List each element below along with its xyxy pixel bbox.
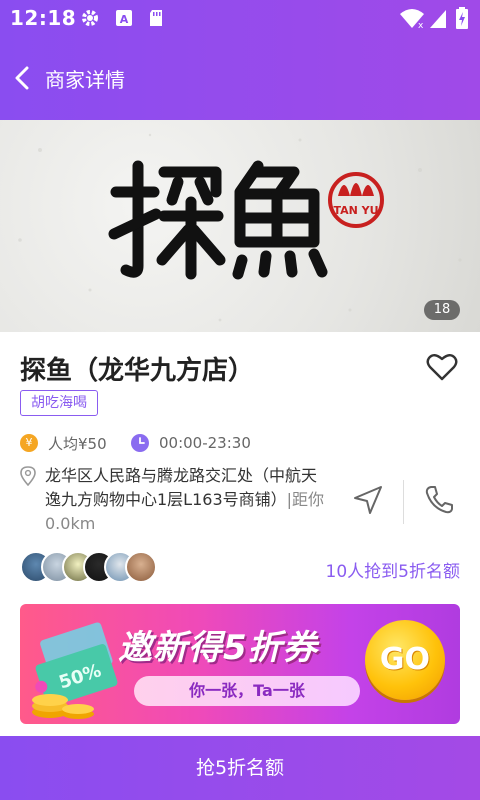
address-text: 龙华区人民路与腾龙路交汇处（中航天逸九方购物中心1层L163号商铺）	[45, 466, 318, 509]
wifi-icon: x	[400, 9, 424, 30]
heart-icon[interactable]	[426, 352, 458, 382]
category-tag: 胡吃海喝	[20, 390, 98, 416]
divider	[403, 480, 404, 524]
battery-icon	[456, 7, 468, 29]
avg-price-row: ¥ 人均¥50	[20, 432, 107, 454]
sd-card-icon	[150, 10, 162, 26]
page-title: 商家详情	[45, 68, 125, 92]
status-bar: 12:18 A x	[0, 0, 480, 36]
svg-text:x: x	[418, 21, 424, 30]
back-arrow-icon[interactable]	[12, 66, 32, 90]
store-address[interactable]: 龙华区人民路与腾龙路交汇处（中航天逸九方购物中心1层L163号商铺）|距你0.0…	[45, 464, 330, 536]
status-time: 12:18	[10, 6, 77, 30]
restaurant-logo: TAN YU	[108, 160, 384, 280]
user-avatars	[20, 551, 160, 583]
invite-banner[interactable]: 50% 邀新得5折券 你一张，Ta一张 GO	[20, 604, 460, 724]
yen-icon: ¥	[20, 434, 38, 452]
logo-stamp: TAN YU	[328, 172, 384, 228]
font-icon: A	[116, 10, 132, 26]
avatar	[125, 551, 157, 583]
nav-bar: 商家详情	[0, 46, 480, 110]
banner-title: 邀新得5折券	[118, 628, 318, 668]
grab-discount-button[interactable]: 抢5折名额	[0, 736, 480, 800]
photo-count-badge: 18	[424, 300, 460, 320]
hours-row: 00:00-23:30	[131, 432, 251, 454]
clock-icon	[131, 434, 149, 452]
business-hours: 00:00-23:30	[159, 434, 251, 452]
signal-icon	[430, 10, 446, 28]
header: 12:18 A x 商家详情	[0, 0, 480, 120]
store-name: 探鱼（龙华九方店）	[20, 356, 255, 386]
svg-text:TAN YU: TAN YU	[333, 204, 378, 217]
settings-icon	[82, 10, 98, 26]
svg-text:A: A	[120, 13, 129, 26]
location-pin-icon	[20, 466, 36, 486]
avg-price: 人均¥50	[48, 434, 107, 453]
phone-icon[interactable]	[424, 484, 454, 516]
grab-count: 10人抢到5折名额	[325, 562, 460, 582]
banner-subtitle: 你一张，Ta一张	[134, 676, 360, 706]
go-button[interactable]: GO	[365, 620, 445, 700]
store-photo[interactable]: TAN YU 18	[0, 120, 480, 332]
store-info: 探鱼（龙华九方店） 胡吃海喝 ¥ 人均¥50 00:00-23:30 龙华区人民…	[0, 332, 480, 736]
coin-stack	[32, 694, 94, 719]
navigation-arrow-icon[interactable]	[352, 484, 384, 516]
